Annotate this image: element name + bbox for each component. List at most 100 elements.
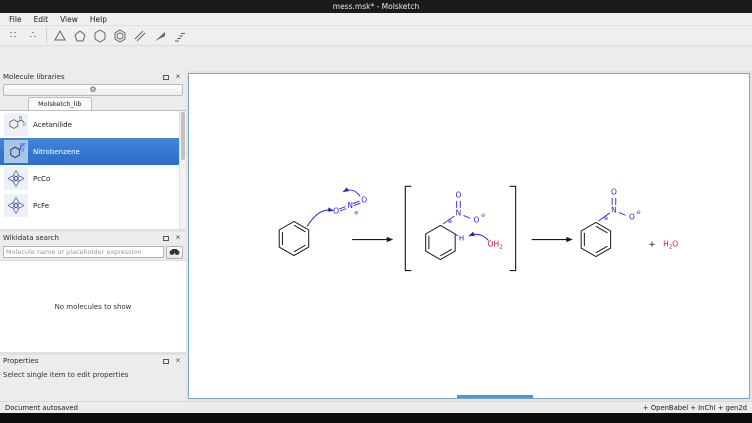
wedge-bond-icon — [153, 29, 167, 43]
product-nitrobenzene[interactable]: N O O ⊕ ⊖ — [581, 187, 640, 256]
svg-text:O: O — [23, 122, 26, 127]
menu-edit[interactable]: Edit — [28, 14, 55, 25]
taskbar-strip — [0, 413, 752, 423]
drawing-canvas[interactable]: O N O ⊕ — [188, 73, 750, 399]
atom-o: O — [456, 190, 462, 199]
properties-hint: Select single item to edit properties — [0, 367, 186, 383]
ring-3-button[interactable] — [50, 26, 70, 45]
wikidata-search-panel: Wikidata search × — [0, 232, 186, 352]
atom-numbering-button[interactable]: ∴ — [23, 26, 43, 45]
hash-bond-icon — [173, 29, 187, 43]
atom-o: O — [333, 206, 339, 215]
libraries-close-button[interactable]: × — [173, 72, 183, 82]
atom-n: N — [456, 208, 462, 217]
libraries-panel-header: Molecule libraries × — [0, 71, 186, 83]
double-bond-button[interactable] — [130, 26, 150, 45]
main-area: Molecule libraries × ⚙ Molsketch_lib NOA… — [0, 71, 752, 401]
canvas-wrap: O N O ⊕ — [186, 71, 752, 401]
ring-5-icon — [73, 29, 87, 43]
wikidata-panel-header: Wikidata search × — [0, 232, 186, 244]
reaction-arrow-2[interactable] — [532, 237, 573, 242]
gear-icon: ⚙ — [89, 86, 96, 94]
status-plugins: + OpenBabel + InChI + gen2d — [643, 404, 747, 412]
float-icon — [163, 236, 169, 241]
library-item-label: PcFe — [33, 202, 49, 210]
properties-close-button[interactable]: × — [173, 356, 183, 366]
reactant-benzene[interactable] — [279, 221, 308, 255]
menu-file[interactable]: File — [3, 14, 28, 25]
libraries-button-row: ⚙ — [0, 83, 186, 97]
charge-minus-label: ⊖ — [636, 210, 640, 216]
svg-text:OH2: OH2 — [488, 240, 503, 251]
library-item-pcco[interactable]: PcCo — [0, 165, 179, 192]
svg-text:N: N — [19, 115, 22, 120]
library-list: NO Acetanilide NOO Nitrobenzene PcCo PcFe — [0, 111, 179, 229]
window-title: mess.msk* - Molsketch — [333, 2, 419, 11]
statusbar: Document autosaved + OpenBabel + InChI +… — [0, 401, 752, 413]
benzene-ring-button[interactable] — [110, 26, 130, 45]
canvas-hscroll-thumb[interactable] — [457, 395, 533, 398]
wikidata-panel-title: Wikidata search — [3, 234, 59, 242]
menubar: File Edit View Help — [0, 13, 752, 26]
wikidata-search-row — [0, 244, 186, 260]
arenium-intermediate[interactable]: N O O H ⊕ ⊖ — [426, 190, 485, 259]
library-item-nitrobenzene[interactable]: NOO Nitrobenzene — [0, 138, 179, 165]
wikidata-search-input[interactable] — [3, 246, 164, 258]
templates-toolbar: ∷∴ — [0, 26, 752, 46]
wikidata-close-button[interactable]: × — [173, 233, 183, 243]
close-icon: × — [176, 357, 181, 365]
library-item-pcfe[interactable]: PcFe — [0, 192, 179, 219]
atom-o: O — [474, 215, 480, 224]
ring-5-button[interactable] — [70, 26, 90, 45]
menu-view[interactable]: View — [54, 14, 84, 25]
reaction-scene: O N O ⊕ — [189, 74, 749, 398]
wikidata-empty-text: No molecules to show — [55, 303, 132, 311]
double-bond-icon — [133, 29, 147, 43]
charge-plus-label: ⊕ — [448, 219, 452, 225]
binoculars-icon — [169, 248, 180, 256]
atom-h: H — [459, 234, 464, 243]
library-list-wrap: NO Acetanilide NOO Nitrobenzene PcCo PcFe — [0, 111, 186, 229]
molecule-thumbnail: NOO — [4, 140, 28, 163]
library-item-acetanilide[interactable]: NO Acetanilide — [0, 111, 179, 138]
attacking-water[interactable]: OH2 — [468, 232, 502, 250]
plus-sign: + — [648, 240, 656, 250]
libraries-tabbar: Molsketch_lib — [0, 97, 186, 111]
atom-o: O — [611, 187, 617, 196]
properties-float-button[interactable] — [161, 356, 171, 366]
ring-6-icon — [93, 29, 107, 43]
library-item-label: Acetanilide — [33, 121, 72, 129]
libraries-float-button[interactable] — [161, 72, 171, 82]
attack-curved-arrow[interactable] — [307, 207, 334, 226]
molecule-thumbnail — [4, 167, 28, 190]
libraries-panel-title: Molecule libraries — [3, 73, 65, 81]
menu-help[interactable]: Help — [84, 14, 113, 25]
molecule-thumbnail — [4, 194, 28, 217]
ring-3-icon — [53, 29, 67, 43]
wikidata-results-area: No molecules to show — [0, 260, 186, 352]
charge-plus-label: ⊕ — [604, 216, 608, 222]
wedge-bond-button[interactable] — [150, 26, 170, 45]
library-scrollbar-thumb[interactable] — [181, 112, 185, 160]
hash-bond-button[interactable] — [170, 26, 190, 45]
properties-panel-title: Properties — [3, 357, 38, 365]
tab-molsketch-lib[interactable]: Molsketch_lib — [28, 97, 92, 110]
subscript: 2 — [499, 244, 503, 250]
library-scrollbar[interactable] — [179, 111, 186, 229]
atom-n: N — [347, 201, 353, 210]
molecule-thumbnail: NO — [4, 113, 28, 136]
wikidata-float-button[interactable] — [161, 233, 171, 243]
conformer-grid-button[interactable]: ∷ — [3, 26, 23, 45]
library-item-label: Nitrobenzene — [33, 148, 80, 156]
library-settings-button[interactable]: ⚙ — [3, 84, 183, 96]
window-titlebar: mess.msk* - Molsketch — [0, 0, 752, 13]
water-product[interactable]: H2O — [663, 240, 678, 251]
ring-6-button[interactable] — [90, 26, 110, 45]
wikidata-search-button[interactable] — [166, 246, 183, 259]
conformer-grid-icon: ∷ — [10, 31, 16, 41]
nitronium-ion[interactable]: O N O ⊕ — [333, 187, 367, 216]
toolbar-separator — [46, 28, 47, 43]
atom-numbering-icon: ∴ — [30, 31, 36, 41]
atom-o: O — [629, 212, 635, 221]
reaction-arrow-1[interactable] — [352, 237, 393, 242]
